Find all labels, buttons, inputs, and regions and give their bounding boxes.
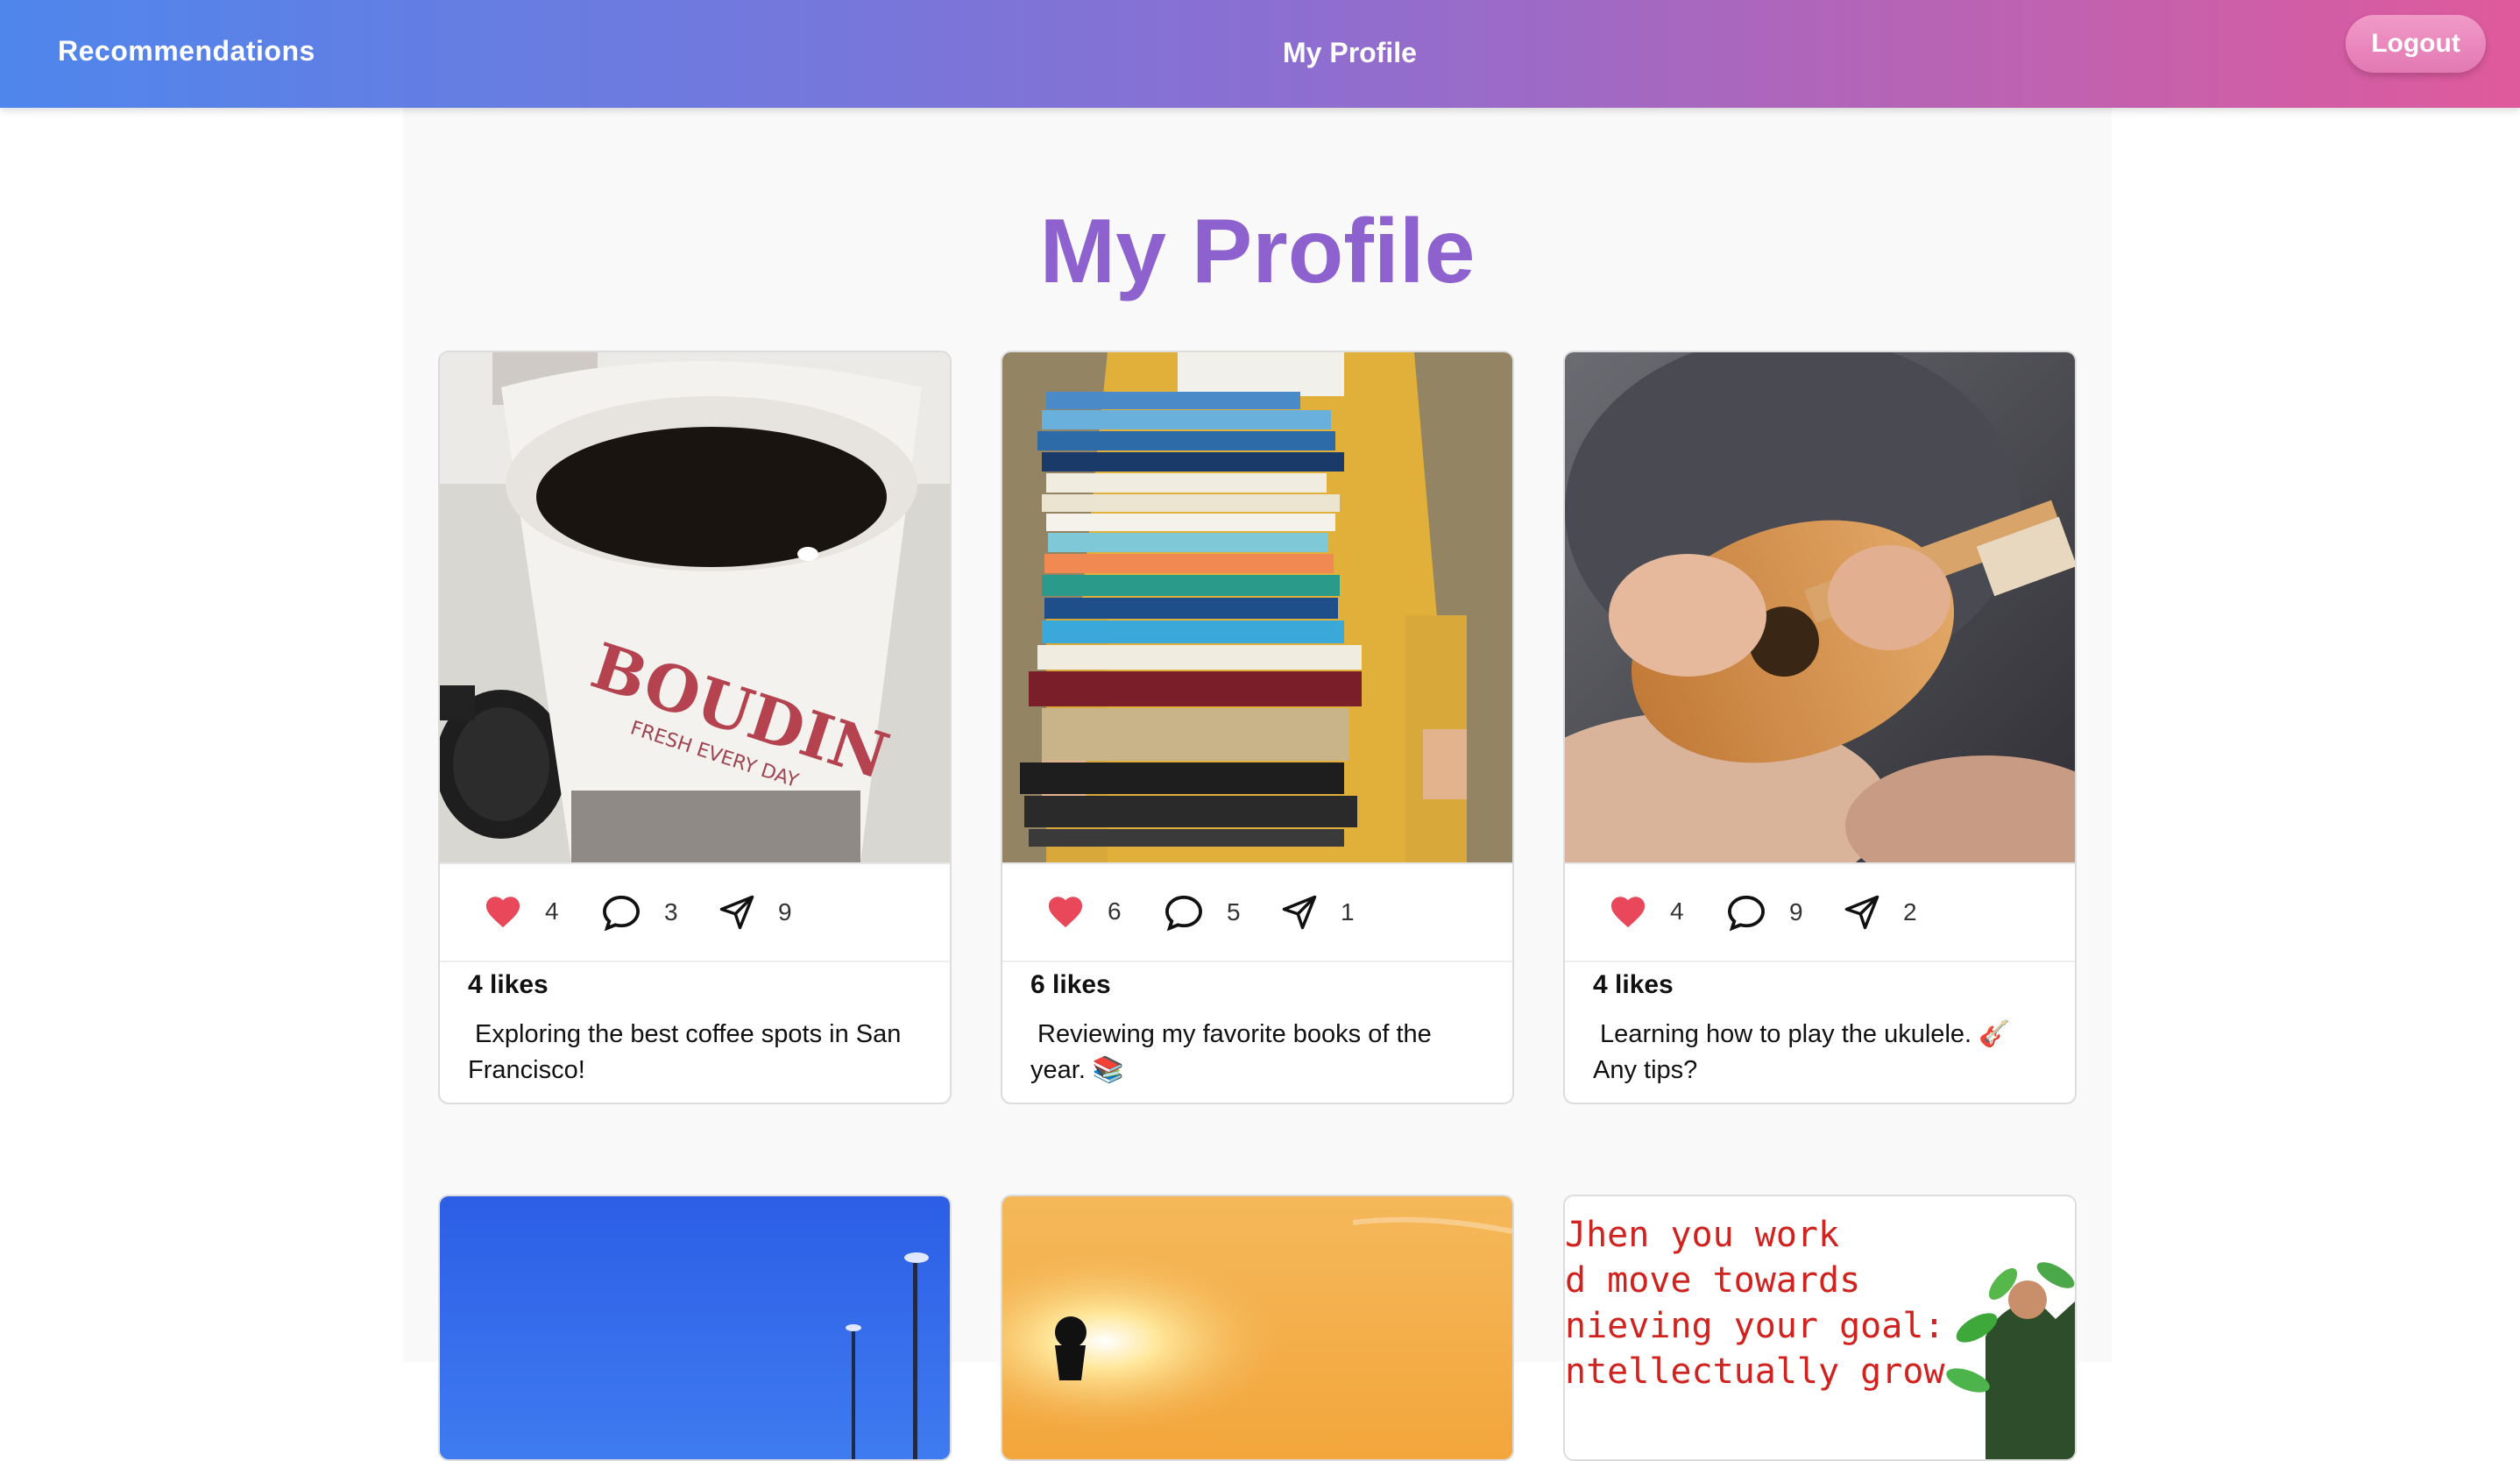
post-card xyxy=(1001,1195,1514,1461)
comment-count: 3 xyxy=(664,898,678,926)
caption-line: Reviewing my favorite books of the xyxy=(1030,1020,1432,1048)
post-actions: 4 3 9 xyxy=(440,862,950,962)
post-image-coffee[interactable]: BOUDIN FRESH EVERY DAY xyxy=(440,352,950,862)
comment-action[interactable]: 5 xyxy=(1164,894,1241,931)
like-count: 6 xyxy=(1108,897,1122,925)
post-card: 4 9 2 4 likes Learning how to play the u… xyxy=(1563,351,2077,1104)
likes-text: 4 likes xyxy=(1593,970,1674,999)
likes-text: 6 likes xyxy=(1030,970,1111,999)
caption-line: Learning how to play the ukulele. 🎸 xyxy=(1593,1020,2011,1048)
send-icon xyxy=(719,895,754,930)
post-caption: Reviewing my favorite books of the year.… xyxy=(1030,1017,1486,1089)
like-action[interactable]: 4 xyxy=(484,894,559,929)
logout-button[interactable]: Logout xyxy=(2346,15,2486,73)
send-icon xyxy=(1844,895,1879,930)
comment-count: 5 xyxy=(1227,898,1241,926)
heart-icon xyxy=(1610,897,1646,928)
top-navbar: Recommendations My Profile Logout xyxy=(0,0,2520,108)
share-action[interactable]: 1 xyxy=(1281,894,1355,931)
share-action[interactable]: 9 xyxy=(718,894,792,931)
comment-action[interactable]: 9 xyxy=(1726,894,1803,931)
navbar-title: My Profile xyxy=(1283,37,1417,68)
comment-icon xyxy=(1727,895,1766,931)
post-image-quote[interactable]: Jhen you work d move towards nieving you… xyxy=(1565,1196,2075,1459)
post-caption: Exploring the best coffee spots in San F… xyxy=(468,1017,924,1089)
caption-line: Any tips? xyxy=(1593,1056,1698,1084)
post-image-blue-sky[interactable] xyxy=(440,1196,950,1459)
like-count: 4 xyxy=(1670,897,1684,925)
page-title: My Profile xyxy=(1039,201,1476,302)
caption-line: year. 📚 xyxy=(1030,1056,1125,1084)
comment-icon xyxy=(1164,895,1203,931)
share-action[interactable]: 2 xyxy=(1844,894,1917,931)
heart-icon xyxy=(1048,897,1083,928)
share-count: 1 xyxy=(1341,898,1355,926)
post-card: Jhen you work d move towards nieving you… xyxy=(1563,1195,2077,1461)
post-card xyxy=(438,1195,952,1461)
post-actions: 6 5 1 xyxy=(1002,862,1512,962)
post-card: BOUDIN FRESH EVERY DAY 4 3 9 4 likes Exp… xyxy=(438,351,952,1104)
quote-line: d move towards xyxy=(1565,1260,1861,1301)
post-image-sunset[interactable] xyxy=(1002,1196,1512,1459)
quote-line: nieving your goal: xyxy=(1565,1306,1945,1346)
share-count: 9 xyxy=(778,898,792,926)
post-image-books[interactable] xyxy=(1002,352,1512,862)
like-count: 4 xyxy=(545,897,559,925)
quote-line: Jhen you work xyxy=(1565,1215,1840,1255)
quote-line: ntellectually grow xyxy=(1565,1351,1945,1392)
send-icon xyxy=(1282,895,1317,930)
recommendations-link[interactable]: Recommendations xyxy=(58,35,315,67)
comment-icon xyxy=(602,895,641,931)
profile-main: My Profile BOUDIN FRESH EVERY DAY 4 3 9 … xyxy=(403,108,2112,1461)
post-actions: 4 9 2 xyxy=(1565,862,2075,962)
heart-icon xyxy=(485,897,520,928)
caption-line: Francisco! xyxy=(468,1056,585,1084)
likes-text: 4 likes xyxy=(468,970,549,999)
share-count: 2 xyxy=(1903,898,1917,926)
like-action[interactable]: 4 xyxy=(1609,894,1684,929)
caption-line: Exploring the best coffee spots in San xyxy=(468,1020,902,1048)
post-card: 6 5 1 6 likes Reviewing my favorite book… xyxy=(1001,351,1514,1104)
like-action[interactable]: 6 xyxy=(1046,894,1122,929)
post-image-ukulele[interactable] xyxy=(1565,352,2075,862)
comment-count: 9 xyxy=(1789,898,1803,926)
comment-action[interactable]: 3 xyxy=(601,894,678,931)
post-caption: Learning how to play the ukulele. 🎸 Any … xyxy=(1593,1017,2049,1089)
